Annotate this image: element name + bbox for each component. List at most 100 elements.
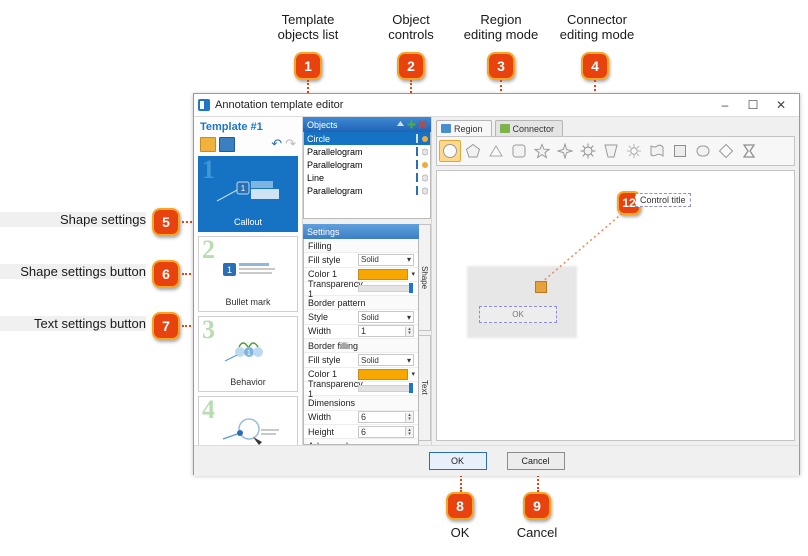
window-title: Annotation template editor bbox=[215, 99, 344, 111]
object-name: Line bbox=[307, 172, 325, 183]
sun-tool[interactable] bbox=[623, 140, 645, 162]
border-style-value: Solid bbox=[361, 312, 379, 322]
object-row[interactable]: Circle bbox=[304, 132, 430, 145]
settings-row-border-style[interactable]: Style Solid ▾ bbox=[304, 310, 418, 325]
editor-canvas[interactable]: OK 12 Control title bbox=[436, 170, 795, 441]
height-stepper[interactable]: 6 ▴ ▾ bbox=[358, 425, 414, 438]
lock-icon[interactable] bbox=[422, 160, 428, 169]
tab-region[interactable]: Region bbox=[436, 120, 492, 136]
border-fill-style-combo[interactable]: Solid ▾ bbox=[358, 354, 414, 367]
visibility-icon[interactable] bbox=[414, 147, 420, 156]
bullet-mark-preview-art: 1 bbox=[223, 263, 275, 276]
annotation-badge-7: 7 bbox=[152, 312, 180, 340]
behavior-preview-art: 1 bbox=[224, 342, 263, 362]
lock-icon[interactable] bbox=[422, 173, 428, 182]
stepper-arrows-icon[interactable]: ▴ ▾ bbox=[405, 427, 413, 436]
pentagon-tool[interactable] bbox=[462, 140, 484, 162]
settings-row-border-transparency-1[interactable]: Transparency 1 bbox=[304, 379, 418, 399]
object-row[interactable]: Parallelogram bbox=[304, 145, 430, 158]
settings-row-border-width[interactable]: Width 1 ▴ ▾ bbox=[304, 325, 418, 340]
flag-tool[interactable] bbox=[646, 140, 668, 162]
color-1-swatch[interactable] bbox=[358, 268, 409, 280]
settings-group-dimensions: Dimensions bbox=[304, 396, 418, 411]
annotation-badge-6: 6 bbox=[152, 260, 180, 288]
hourglass-tool[interactable] bbox=[738, 140, 760, 162]
transparency-1-slider[interactable] bbox=[358, 283, 413, 294]
settings-row-width[interactable]: Width 6 ▴ ▾ bbox=[304, 411, 418, 425]
diamond-tool[interactable] bbox=[715, 140, 737, 162]
minimize-button[interactable]: – bbox=[711, 95, 739, 115]
annotation-badge-9: 9 bbox=[523, 492, 551, 520]
square-tool[interactable] bbox=[669, 140, 691, 162]
visibility-icon[interactable] bbox=[414, 173, 420, 182]
object-row[interactable]: Line bbox=[304, 171, 430, 184]
border-width-stepper[interactable]: 1 ▴ ▾ bbox=[358, 325, 414, 338]
lock-icon[interactable] bbox=[422, 147, 428, 156]
settings-label: Dimensions bbox=[308, 397, 356, 408]
cancel-button[interactable]: Cancel bbox=[506, 452, 565, 470]
window-body: Template #1 ↶ ↷ 1 1 Callout 2 1 Bullet m… bbox=[194, 117, 799, 445]
object-row[interactable]: Parallelogram bbox=[304, 184, 430, 197]
thumb-caption: Callout bbox=[233, 217, 262, 227]
settings-side-tabs: Shape Text bbox=[419, 224, 431, 445]
settings-label: Style bbox=[308, 312, 329, 323]
undo-icon[interactable]: ↶ bbox=[271, 136, 282, 152]
settings-rows: Filling Fill style Solid ▾ Color 1 ▾ Tra… bbox=[303, 239, 419, 445]
sunburst-tool[interactable] bbox=[577, 140, 599, 162]
rounded-rect-tool[interactable] bbox=[692, 140, 714, 162]
maximize-button[interactable]: ☐ bbox=[739, 95, 767, 115]
control-title-label[interactable]: Control title bbox=[635, 193, 691, 207]
objects-list[interactable]: Circle Parallelogram Parallelogram Line bbox=[303, 132, 431, 219]
settings-row-transparency-1[interactable]: Transparency 1 bbox=[304, 279, 418, 299]
settings-row-border-fill-style[interactable]: Fill style Solid ▾ bbox=[304, 353, 418, 368]
settings-label: Fill style bbox=[308, 355, 341, 366]
settings-row-height[interactable]: Height 6 ▴ ▾ bbox=[304, 425, 418, 440]
border-transparency-1-slider[interactable] bbox=[358, 383, 413, 394]
close-button[interactable]: ✕ bbox=[767, 95, 795, 115]
open-folder-icon[interactable] bbox=[200, 136, 216, 152]
template-thumb-callout[interactable]: 1 1 Callout bbox=[198, 156, 298, 232]
save-icon[interactable] bbox=[219, 136, 235, 152]
tab-connector[interactable]: Connector bbox=[494, 120, 564, 136]
star-tool[interactable] bbox=[531, 140, 553, 162]
four-point-star-tool[interactable] bbox=[554, 140, 576, 162]
triangle-tool[interactable] bbox=[485, 140, 507, 162]
delete-icon[interactable] bbox=[418, 120, 427, 129]
annotation-badge-2: 2 bbox=[397, 52, 425, 80]
visibility-icon[interactable] bbox=[414, 186, 420, 195]
annotation-template-editor-window: Annotation template editor – ☐ ✕ Templat… bbox=[193, 93, 800, 476]
lock-icon[interactable] bbox=[422, 186, 428, 195]
redo-icon[interactable]: ↷ bbox=[285, 136, 296, 152]
stepper-arrows-icon[interactable]: ▴ ▾ bbox=[405, 412, 413, 422]
annotation-label-5: Shape settings bbox=[0, 212, 146, 227]
shape-settings-button[interactable]: Shape bbox=[419, 224, 431, 331]
template-thumb-bullet-mark[interactable]: 2 1 Bullet mark bbox=[198, 236, 298, 312]
border-style-combo[interactable]: Solid ▾ bbox=[358, 311, 414, 324]
thumb-caption: Bullet mark bbox=[225, 297, 271, 307]
template-name: Template #1 bbox=[200, 121, 263, 133]
template-thumb-preview[interactable]: 4 Preview bbox=[198, 396, 298, 445]
template-thumb-behavior[interactable]: 3 1 Behavior bbox=[198, 316, 298, 392]
move-up-icon[interactable] bbox=[396, 120, 405, 129]
fill-style-combo[interactable]: Solid ▾ bbox=[358, 253, 414, 266]
width-stepper[interactable]: 6 ▴ ▾ bbox=[358, 411, 414, 424]
circle-tool[interactable] bbox=[439, 140, 461, 162]
text-settings-button[interactable]: Text bbox=[419, 334, 431, 441]
callout-preview-art: 1 bbox=[216, 181, 279, 202]
editor-panel: Region Connector OK 12 Control title bbox=[432, 117, 799, 445]
annotation-label-9: Cancel bbox=[516, 525, 558, 540]
add-icon[interactable] bbox=[407, 120, 416, 129]
visibility-icon[interactable] bbox=[414, 160, 420, 169]
trapezoid-tool[interactable] bbox=[600, 140, 622, 162]
settings-label: Filling bbox=[308, 240, 332, 251]
object-row[interactable]: Parallelogram bbox=[304, 158, 430, 171]
svg-text:1: 1 bbox=[227, 265, 232, 275]
settings-row-fill-style[interactable]: Fill style Solid ▾ bbox=[304, 253, 418, 268]
lock-icon[interactable] bbox=[422, 134, 428, 143]
stepper-arrows-icon[interactable]: ▴ ▾ bbox=[405, 326, 413, 336]
annotation-label-4: Connector editing mode bbox=[559, 12, 635, 42]
rounded-square-tool[interactable] bbox=[508, 140, 530, 162]
ok-button[interactable]: OK bbox=[428, 452, 487, 470]
visibility-icon[interactable] bbox=[414, 134, 420, 143]
border-color-1-swatch[interactable] bbox=[358, 368, 409, 380]
